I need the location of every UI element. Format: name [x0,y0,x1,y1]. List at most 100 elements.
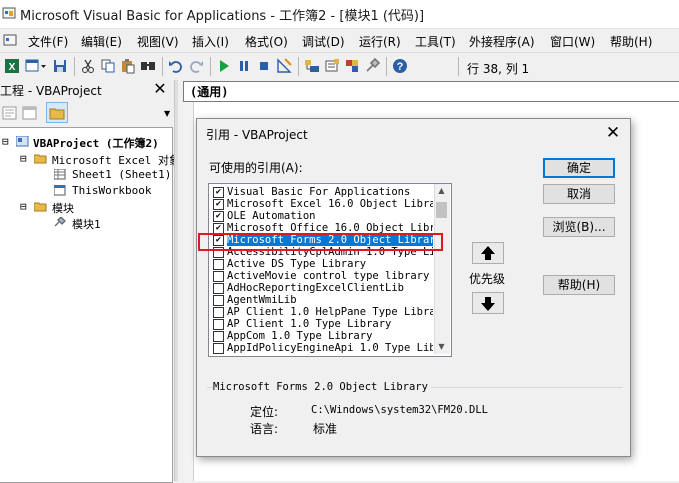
project-panel-toolbar: ▼ [0,100,174,126]
references-list[interactable]: ✔ Visual Basic For Applications ✔ Microsof… [208,183,452,357]
reference-checkbox[interactable] [213,271,224,282]
browse-button[interactable]: 浏览(B)... [543,217,615,237]
language-label: 语言: [250,422,279,436]
run-icon[interactable] [216,58,232,74]
menu-edit[interactable]: 编辑(E) [81,33,122,50]
arrow-up-icon [481,246,495,260]
undo-icon[interactable] [168,58,184,74]
reference-item[interactable]: ✔ Visual Basic For Applications [211,186,433,198]
cancel-button[interactable]: 取消 [543,184,615,204]
priority-down-button[interactable] [472,292,504,314]
tree-item-excel-objects[interactable]: Microsoft Excel 对象 [52,152,180,168]
menu-tools[interactable]: 工具(T) [415,33,456,50]
help-button[interactable]: 帮助(H) [543,275,615,295]
menu-insert[interactable]: 插入(I) [192,33,229,50]
tree-item-thisworkbook[interactable]: ThisWorkbook [72,184,151,197]
available-references-label: 可使用的引用(A): [209,161,303,175]
paste-icon[interactable] [120,58,136,74]
window-title: Microsoft Visual Basic for Applications … [20,9,425,24]
menu-bar: 文件(F) 编辑(E) 视图(V) 插入(I) 格式(O) 调试(D) 运行(R… [0,29,679,52]
project-panel-title: 工程 - VBAProject [0,84,102,98]
tree-item-module1[interactable]: 模块1 [72,216,101,232]
scroll-down-icon[interactable]: ▼ [434,340,449,354]
scroll-up-icon[interactable]: ▲ [434,184,449,198]
reference-item[interactable]: ✔ OLE Automation [211,210,433,222]
help-icon[interactable]: ? [392,58,408,74]
reference-item[interactable]: ✔ Microsoft Excel 16.0 Object Library [211,198,433,210]
break-icon[interactable] [236,58,252,74]
menu-run[interactable]: 运行(R) [359,33,401,50]
save-icon[interactable] [52,58,68,74]
reference-checkbox[interactable] [213,319,224,330]
tree-expander[interactable]: ⊟ [20,200,27,213]
reference-checkbox[interactable] [213,307,224,318]
svg-text:X: X [9,62,16,73]
reference-item[interactable]: AdHocReportingExcelClientLib [211,282,433,294]
reference-item[interactable]: AppCom 1.0 Type Library [211,330,433,342]
reference-checkbox[interactable] [213,283,224,294]
properties-icon[interactable] [324,58,340,74]
dialog-title: 引用 - VBAProject [206,128,308,142]
location-value: C:\Windows\system32\FM20.DLL [311,404,489,416]
code-margin [183,102,194,481]
priority-label: 优先级 [469,272,506,286]
menu-help[interactable]: 帮助(H) [610,33,652,50]
menu-format[interactable]: 格式(O) [245,33,288,50]
priority-up-button[interactable] [472,242,504,264]
reference-item[interactable]: AP Client 1.0 HelpPane Type Library [211,306,433,318]
toolbar-separator [298,57,299,76]
reference-checkbox[interactable] [213,259,224,270]
svg-text:?: ? [397,61,404,73]
reset-icon[interactable] [256,58,272,74]
tree-item-sheet1[interactable]: Sheet1 (Sheet1) [72,168,171,181]
ok-button[interactable]: 确定 [543,158,615,178]
reference-checkbox[interactable]: ✔ [213,187,224,198]
reference-item[interactable]: AP Client 1.0 Type Library [211,318,433,330]
reference-checkbox[interactable] [213,295,224,306]
tree-item-modules[interactable]: 模块 [52,200,74,216]
reference-item[interactable]: AgentWmiLib [211,294,433,306]
object-browser-icon[interactable] [344,58,360,74]
menu-view[interactable]: 视图(V) [137,33,179,50]
language-value: 标准 [313,422,338,436]
excel-icon[interactable]: X [4,58,20,74]
project-panel-header: 工程 - VBAProject ✕ [0,80,174,99]
menu-file[interactable]: 文件(F) [28,33,68,50]
menu-window[interactable]: 窗口(W) [550,33,595,50]
vbaproject-icon [16,136,29,147]
project-explorer-icon[interactable] [304,58,320,74]
reference-item[interactable]: Active DS Type Library [211,258,433,270]
menu-addins[interactable]: 外接程序(A) [469,33,535,50]
tree-expander[interactable]: ⊟ [2,135,9,148]
view-object-icon[interactable] [22,105,38,121]
app-menu-icon[interactable] [3,33,17,47]
cut-icon[interactable] [80,58,96,74]
toggle-folders-button[interactable] [46,102,68,123]
object-combo[interactable] [183,81,679,102]
reference-item[interactable]: ActiveMovie control type library [211,270,433,282]
insert-userform-icon[interactable] [25,58,47,74]
reference-checkbox[interactable]: ✔ [213,211,224,222]
reference-item[interactable]: AppIdPolicyEngineApi 1.0 Type Library [211,342,433,354]
reference-checkbox[interactable] [213,343,224,354]
annotation-highlight [198,233,443,251]
close-icon[interactable]: ✕ [152,80,168,98]
module-icon [54,217,66,227]
tree-expander[interactable]: ⊟ [20,152,27,165]
copy-icon[interactable] [100,58,116,74]
find-icon[interactable] [140,58,156,74]
tree-item-vbaproject[interactable]: VBAProject (工作簿2) [33,135,159,151]
design-mode-icon[interactable] [276,58,292,74]
vba-app-icon [2,7,16,19]
folder-icon [49,108,65,120]
close-icon[interactable]: ✕ [603,123,623,143]
reference-checkbox[interactable] [213,331,224,342]
chevron-down-icon[interactable]: ▼ [164,110,170,118]
toolbox-icon[interactable] [364,58,380,74]
redo-icon[interactable] [188,58,204,74]
standard-toolbar: X ? 行 38, 列 1 [0,52,679,81]
scrollbar-thumb[interactable] [436,202,447,218]
view-code-icon[interactable] [2,105,18,121]
reference-checkbox[interactable]: ✔ [213,199,224,210]
menu-debug[interactable]: 调试(D) [302,33,345,50]
